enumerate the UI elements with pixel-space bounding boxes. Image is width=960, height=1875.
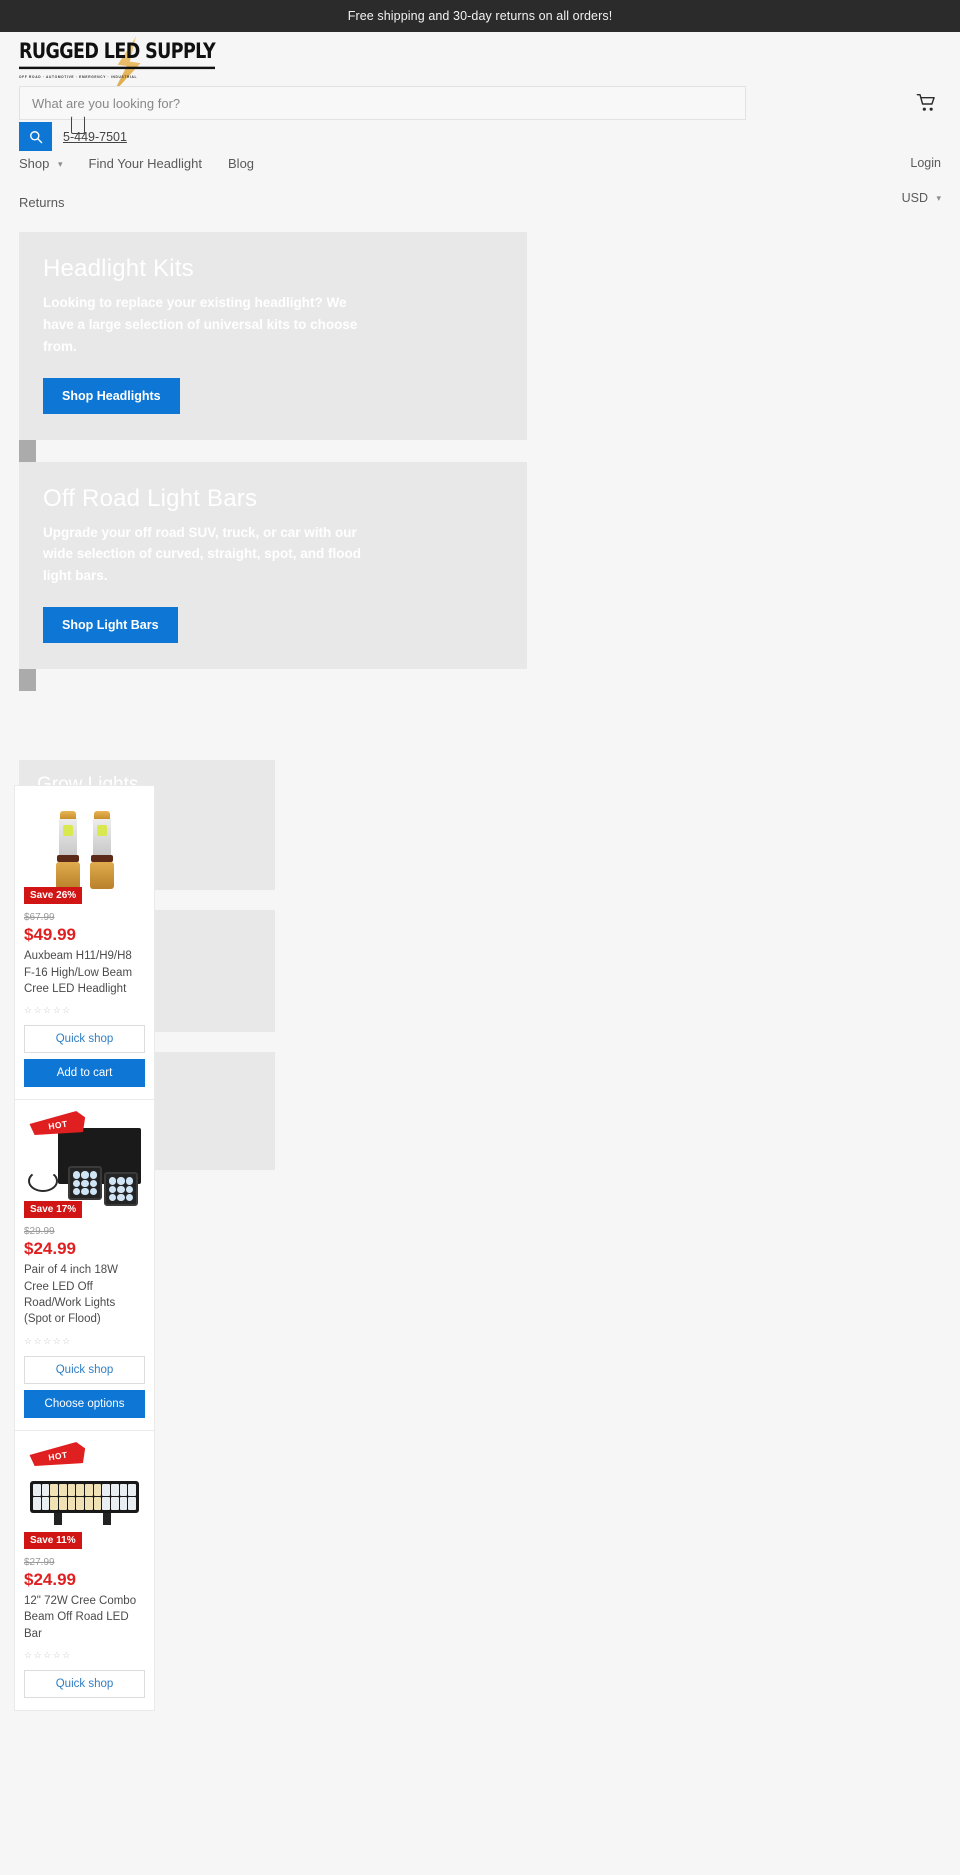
quick-shop-button[interactable]: Quick shop: [24, 1670, 145, 1699]
quick-shop-button[interactable]: Quick shop: [24, 1355, 145, 1384]
discount-badge: Save 26%: [24, 887, 83, 904]
hero-section: Headlight Kits Looking to replace your e…: [0, 232, 960, 692]
product-title[interactable]: Auxbeam H11/H9/H8 F-16 High/Low Beam Cre…: [24, 948, 145, 997]
hero-title: Off Road Light Bars: [43, 484, 258, 512]
currency-selector[interactable]: USD ▾: [902, 191, 941, 205]
product-card[interactable]: HOT Save 17% $29.99 $24.99 Pair of 4 inc…: [14, 1099, 155, 1430]
hero-body: Upgrade your off road SUV, truck, or car…: [43, 524, 362, 584]
announcement-text: Free shipping and 30-day returns on all …: [347, 9, 613, 23]
led-pod-icon: [68, 1166, 102, 1201]
product-compare-price: $27.99: [24, 1556, 55, 1568]
nav-item-blog[interactable]: Blog: [228, 156, 254, 171]
product-card[interactable]: Save 26% $67.99 $49.99 Auxbeam H11/H9/H8…: [14, 785, 155, 1100]
chevron-down-icon: ▾: [936, 193, 941, 203]
hero-scroll-indicator: [19, 439, 36, 462]
led-pod-icon: [104, 1172, 138, 1207]
search-row: 5-449-7501: [19, 86, 941, 151]
product-card[interactable]: HOT Save 11% $27.99 $24.99 12" 72W Cree …: [14, 1429, 155, 1712]
hero-title: Headlight Kits: [43, 255, 194, 282]
product-title[interactable]: Pair of 4 inch 18W Cree LED Off Road/Wor…: [24, 1262, 145, 1327]
site-logo[interactable]: RUGGED LED SUPPLY OFF ROAD · AUTOMOTIVE …: [19, 47, 216, 81]
announcement-bar: Free shipping and 30-day returns on all …: [0, 0, 960, 32]
nav-item-shop-label: Shop: [19, 156, 50, 171]
hero-headlight-kits: Headlight Kits Looking to replace your e…: [19, 232, 527, 462]
shopping-cart-icon: [916, 93, 935, 111]
currency-selector-label: USD: [901, 191, 928, 205]
nav-item-find-your-headlight[interactable]: Find Your Headlight: [89, 156, 202, 171]
product-list: Save 26% $67.99 $49.99 Auxbeam H11/H9/H8…: [14, 785, 155, 1712]
phone-contact[interactable]: 5-449-7501: [59, 116, 127, 144]
phone-number[interactable]: 5-449-7501: [63, 130, 127, 144]
nav-secondary-items: Login USD ▾: [902, 156, 941, 205]
chevron-down-icon: ▾: [58, 159, 63, 169]
login-link[interactable]: Login: [910, 156, 941, 170]
main-navigation: Shop ▾ Find Your Headlight Blog Login US…: [19, 156, 941, 216]
product-rating-stars: ☆☆☆☆☆: [24, 1005, 72, 1016]
product-image[interactable]: HOT Save 17%: [24, 1110, 145, 1219]
choose-options-button[interactable]: Choose options: [24, 1389, 145, 1418]
nav-item-shop[interactable]: Shop ▾: [19, 156, 63, 171]
product-price: $49.99: [24, 925, 76, 944]
logo-tagline: OFF ROAD · AUTOMOTIVE · EMERGENCY · INDU…: [19, 74, 138, 79]
product-rating-stars: ☆☆☆☆☆: [24, 1335, 72, 1346]
discount-badge: Save 17%: [24, 1201, 83, 1219]
site-header: RUGGED LED SUPPLY OFF ROAD · AUTOMOTIVE …: [0, 32, 960, 216]
logo-wordmark: RUGGED LED SUPPLY: [19, 42, 216, 69]
cart-button[interactable]: [911, 88, 941, 118]
hero-off-road-light-bars: Off Road Light Bars Upgrade your off roa…: [19, 461, 527, 692]
product-price: $24.99: [24, 1239, 76, 1259]
shop-headlights-button[interactable]: Shop Headlights: [43, 377, 180, 414]
quick-shop-button[interactable]: Quick shop: [24, 1025, 145, 1054]
product-price: $24.99: [24, 1569, 76, 1589]
discount-badge: Save 11%: [24, 1531, 82, 1549]
product-image[interactable]: Save 26%: [24, 796, 145, 904]
product-compare-price: $29.99: [24, 1226, 55, 1238]
product-title[interactable]: 12" 72W Cree Combo Beam Off Road LED Bar: [24, 1593, 145, 1642]
product-compare-price: $67.99: [24, 912, 55, 923]
search-submit-button[interactable]: [19, 122, 52, 151]
nav-primary-items: Shop ▾ Find Your Headlight Blog: [19, 156, 941, 171]
search-input[interactable]: [19, 86, 746, 120]
logo-area[interactable]: RUGGED LED SUPPLY OFF ROAD · AUTOMOTIVE …: [19, 32, 941, 80]
nav-item-returns[interactable]: Returns: [19, 195, 941, 210]
product-rating-stars: ☆☆☆☆☆: [24, 1650, 72, 1661]
hero-scroll-indicator: [19, 669, 36, 692]
shop-light-bars-button[interactable]: Shop Light Bars: [43, 607, 178, 644]
search-icon: [29, 130, 42, 143]
hero-body: Looking to replace your existing headlig…: [43, 295, 358, 354]
add-to-cart-button[interactable]: Add to cart: [24, 1059, 145, 1088]
product-image[interactable]: HOT Save 11%: [24, 1440, 145, 1549]
